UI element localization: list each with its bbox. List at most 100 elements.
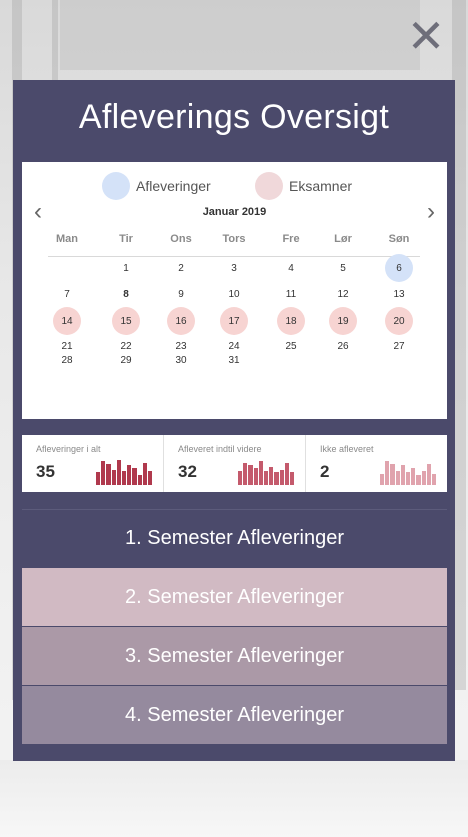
sparkline-bar [238,471,243,485]
sparkline-bar [421,471,426,485]
close-icon[interactable]: ✕ [404,13,448,59]
stat-value: 35 [36,462,55,481]
weekday-header: Man Tir Ons Tors Fre Lør Søn [40,233,435,249]
weekday-label: Tors [222,233,246,245]
sparkline-bar [289,472,295,485]
sparkline-bar [380,473,385,485]
sparkline-bars [238,457,295,485]
sparkline-bar [400,465,405,485]
calendar-day[interactable]: 16 [167,307,195,335]
weekday-label: Søn [388,233,410,245]
calendar-day[interactable]: 8 [112,280,140,308]
calendar-day[interactable]: 7 [53,280,81,308]
stat-card: Ikke afleveret 2 [306,435,447,492]
calendar-day[interactable]: 2 [167,254,195,282]
weekday-label: Man [56,233,78,245]
semester-2-button[interactable]: 2. Semester Afleveringer [22,568,447,626]
sparkline-bar [127,465,132,485]
weekday-label: Ons [170,233,192,245]
sparkline-bar [106,464,111,485]
sparkline-bar [279,469,284,485]
sparkline-bar [142,462,147,485]
calendar-day[interactable]: 31 [220,346,248,374]
weekday-label: Tir [119,233,133,245]
sparkline-bar [116,459,121,485]
chevron-right-icon[interactable]: › [423,200,439,224]
legend-dot-eksamner [255,172,283,200]
calendar-day[interactable]: 17 [220,307,248,335]
month-label: Januar 2019 [202,206,267,218]
calendar-day[interactable]: 9 [167,280,195,308]
calendar-day[interactable]: 18 [277,307,305,335]
semester-3-button[interactable]: 3. Semester Afleveringer [22,627,447,685]
calendar-day[interactable]: 10 [220,280,248,308]
sparkline-bar [101,461,106,485]
legend-item-eksamner: Eksamner [255,172,352,200]
sparkline-bar [248,465,253,485]
background-ceiling [60,0,420,70]
page-title: Afleverings Oversigt [78,98,390,136]
stat-label: Afleveringer i alt [36,444,101,454]
calendar-day[interactable]: 14 [53,307,81,335]
sparkline-bar [137,475,142,485]
semester-4-button[interactable]: 4. Semester Afleveringer [22,686,447,744]
calendar-day[interactable]: 5 [329,254,357,282]
calendar: Afleveringer Eksamner ‹ Januar 2019 › Ma… [22,162,447,419]
sparkline-bar [269,466,274,485]
sparkline-bar [431,473,437,485]
sparkline-bars [96,457,153,485]
sparkline-bars [380,457,437,485]
calendar-legend: Afleveringer Eksamner [22,172,447,202]
sparkline-bar [132,468,137,485]
sparkline-bar [96,472,101,485]
calendar-day[interactable]: 6 [385,254,413,282]
calendar-day[interactable]: 25 [277,332,305,360]
stat-label: Ikke afleveret [320,444,374,454]
calendar-day[interactable]: 1 [112,254,140,282]
weekday-label: Lør [334,233,352,245]
calendar-day[interactable]: 30 [167,346,195,374]
sparkline-bar [284,462,289,485]
sparkline-bar [405,472,411,485]
sparkline-bar [411,468,416,485]
calendar-day[interactable]: 15 [112,307,140,335]
legend-dot-afleveringer [102,172,130,200]
sparkline-bar [258,461,263,485]
stat-value: 2 [320,462,330,481]
calendar-day[interactable]: 28 [53,346,81,374]
sparkline-bar [426,464,431,485]
sparkline-bar [390,464,395,485]
sparkline-bar [385,461,390,485]
sparkline-bar [147,471,153,485]
stat-label: Afleveret indtil videre [178,444,262,454]
legend-label: Afleveringer [136,178,211,194]
calendar-day[interactable]: 12 [329,280,357,308]
legend-item-afleveringer: Afleveringer [102,172,211,200]
sparkline-bar [263,471,269,485]
background-floor [0,760,468,837]
stat-value: 32 [178,462,197,481]
calendar-day[interactable]: 27 [385,332,413,360]
semester-1-button[interactable]: 1. Semester Afleveringer [22,509,447,567]
sparkline-bar [111,469,116,485]
calendar-day[interactable]: 11 [277,280,305,308]
sparkline-bar [121,471,127,485]
stats-row: Afleveringer i alt 35 Afleveret indtil vid… [22,435,447,492]
calendar-day[interactable]: 4 [277,254,305,282]
calendar-day[interactable]: 19 [329,307,357,335]
calendar-day[interactable]: 26 [329,332,357,360]
calendar-day[interactable]: 3 [220,254,248,282]
legend-label: Eksamner [289,178,353,194]
calendar-day[interactable]: 13 [385,280,413,308]
calendar-day[interactable]: 20 [385,307,413,335]
weekday-label: Fre [282,233,300,245]
stat-card: Afleveret indtil videre 32 [164,435,306,492]
stat-card: Afleveringer i alt 35 [22,435,164,492]
sparkline-bar [243,462,248,485]
sparkline-bar [395,471,400,485]
sparkline-bar [253,468,258,485]
sparkline-bar [274,472,279,485]
calendar-day[interactable]: 29 [112,346,140,374]
overview-panel: Afleverings Oversigt Afleveringer Eksamn… [13,80,455,761]
sparkline-bar [416,475,421,485]
